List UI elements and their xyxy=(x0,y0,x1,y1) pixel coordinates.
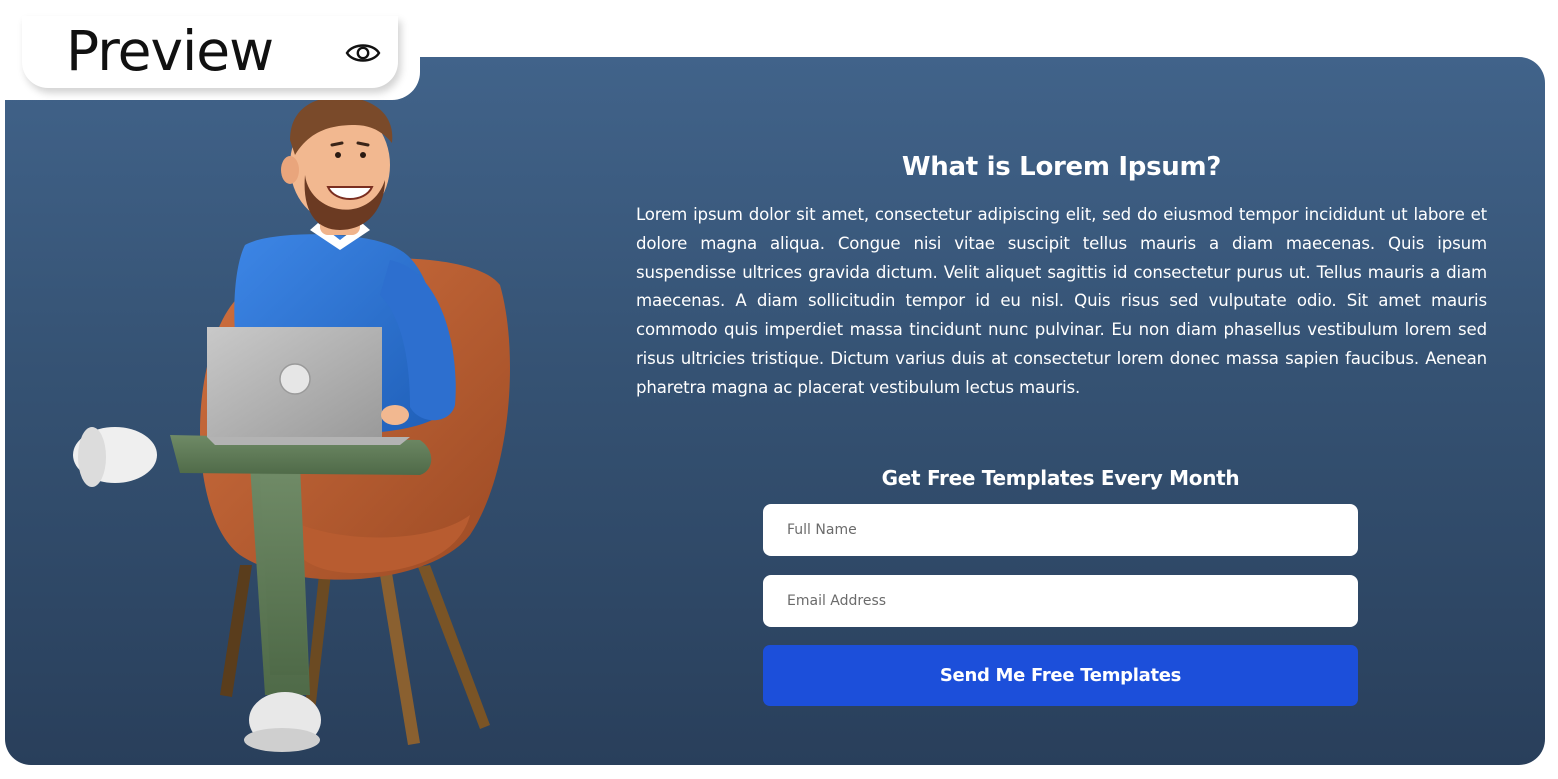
full-name-input[interactable] xyxy=(763,504,1358,556)
send-templates-button[interactable]: Send Me Free Templates xyxy=(763,645,1358,706)
preview-label: Preview xyxy=(66,19,274,83)
eye-icon[interactable] xyxy=(344,36,382,70)
email-input[interactable] xyxy=(763,575,1358,627)
signup-title: Get Free Templates Every Month xyxy=(881,466,1240,490)
page-heading: What is Lorem Ipsum? xyxy=(901,152,1222,182)
description-paragraph: Lorem ipsum dolor sit amet, consectetur … xyxy=(636,205,1487,397)
man-on-chair-illustration xyxy=(73,96,510,752)
content-section: What is Lorem Ipsum? Lorem ipsum dolor s… xyxy=(636,150,1487,403)
signup-form: Get Free Templates Every Month Send Me F… xyxy=(763,462,1358,706)
page: Preview What is Lorem Ipsum? Lorem ipsum… xyxy=(0,0,1558,779)
